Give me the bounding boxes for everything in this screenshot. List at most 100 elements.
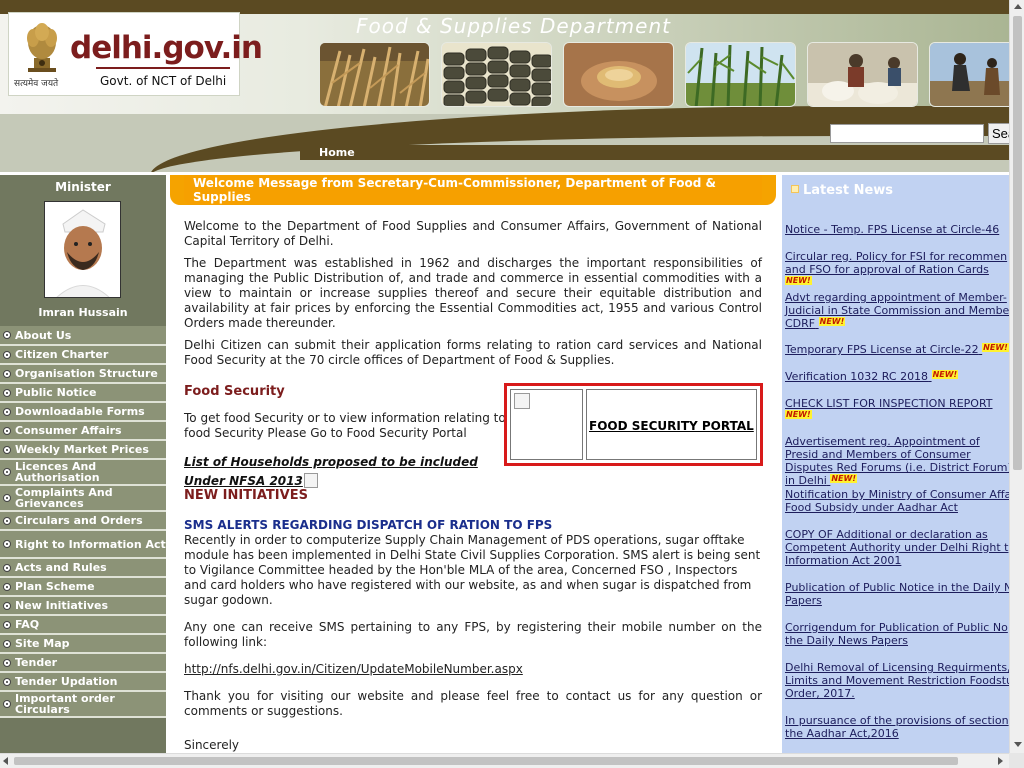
sidebar-item-label[interactable]: FAQ [15,619,39,630]
news-item[interactable]: Publication of Public Notice in the Dail… [785,581,1009,607]
news-item[interactable]: In pursuance of the provisions of sectio… [785,714,1009,740]
sidebar-item-label[interactable]: Complaints And Grievances [15,487,166,509]
news-item-text[interactable]: Corrigendum for Publication of Public No… [785,621,1008,647]
scrollbar-corner [1009,753,1024,768]
sidebar-item-label[interactable]: Tender [15,657,57,668]
circle-offices-paragraph: Delhi Citizen can submit their applicati… [184,338,762,367]
sidebar-item-faq[interactable]: FAQ [0,616,166,635]
sidebar-item-label[interactable]: Plan Scheme [15,581,95,592]
news-item[interactable]: Temporary FPS License at Circle-22 NEW! [785,343,1009,356]
news-item[interactable]: Notification by Ministry of Consumer Aff… [785,488,1009,514]
sidebar-item-tender[interactable]: Tender [0,654,166,673]
nav-home-link[interactable]: Home [319,146,355,159]
sidebar-item-label[interactable]: Public Notice [15,387,96,398]
news-item[interactable]: Advertisement reg. Appointment of Presid… [785,435,1009,487]
search-button[interactable]: Search [988,123,1009,144]
horizontal-scroll-thumb[interactable] [14,757,958,765]
scroll-left-arrow-icon[interactable] [3,757,8,765]
new-initiatives-heading: NEW INITIATIVES [184,488,308,503]
nav-bullet-icon [3,369,11,378]
sign-off: Sincerely [184,738,240,752]
news-item[interactable]: Corrigendum for Publication of Public No… [785,621,1009,647]
nav-bullet-icon [3,388,11,397]
sidebar-item-right-to-information-act[interactable]: Right to Information Act [0,531,166,559]
news-bullet-icon [791,185,799,193]
latest-news-title: Latest News [803,183,894,198]
news-item-text[interactable]: CHECK LIST FOR INSPECTION REPORT [785,397,993,410]
sidebar-item-label[interactable]: Circulars and Orders [15,515,143,526]
news-item-text[interactable]: Notification by Ministry of Consumer Aff… [785,488,1009,514]
sidebar-item-public-notice[interactable]: Public Notice [0,384,166,403]
news-item[interactable]: Notice - Temp. FPS License at Circle-46 [785,223,1009,236]
news-item[interactable]: Verification 1032 RC 2018 NEW! [785,370,1009,383]
sidebar-item-acts-and-rules[interactable]: Acts and Rules [0,559,166,578]
sidebar-item-organisation-structure[interactable]: Organisation Structure [0,365,166,384]
nav-bullet-icon [3,516,11,525]
news-item-text[interactable]: Delhi Removal of Licensing Requirments, … [785,661,1009,700]
sidebar-item-label[interactable]: New Initiatives [15,600,108,611]
news-item[interactable]: Delhi Removal of Licensing Requirments, … [785,661,1009,700]
sidebar-item-label[interactable]: Consumer Affairs [15,425,122,436]
sidebar-item-downloadable-forms[interactable]: Downloadable Forms [0,403,166,422]
sidebar-item-label[interactable]: Organisation Structure [15,368,158,379]
nav-bullet-icon [3,468,11,476]
sidebar-item-new-initiatives[interactable]: New Initiatives [0,597,166,616]
horizontal-scrollbar[interactable] [0,753,1009,768]
intro-paragraph: Welcome to the Department of Food Suppli… [184,219,762,248]
portal-image[interactable] [510,389,583,460]
sidebar-item-licences-and-authorisation[interactable]: Licences And Authorisation [0,460,166,486]
scroll-up-arrow-icon[interactable] [1014,4,1022,9]
sidebar-item-label[interactable]: Downloadable Forms [15,406,145,417]
sms-registration-paragraph: Any one can receive SMS pertaining to an… [184,620,762,649]
news-item[interactable]: COPY OF Additional or declaration as Com… [785,528,1009,567]
news-item[interactable]: Advt regarding appointment of Member-Jud… [785,291,1009,330]
sidebar-item-label[interactable]: Acts and Rules [15,562,107,573]
sidebar-item-label[interactable]: About Us [15,330,71,341]
sidebar-item-label[interactable]: Licences And Authorisation [15,461,166,483]
sidebar-item-about-us[interactable]: About Us [0,326,166,346]
sidebar-item-circulars-and-orders[interactable]: Circulars and Orders [0,512,166,531]
food-security-portal-link[interactable]: FOOD SECURITY PORTAL [589,419,754,433]
search-input[interactable] [830,124,984,143]
news-item-text[interactable]: Circular reg. Policy for FSI for recomme… [785,250,1007,276]
sidebar-item-important-order-circulars[interactable]: Important order Circulars [0,692,166,718]
sidebar-item-complaints-and-grievances[interactable]: Complaints And Grievances [0,486,166,512]
scroll-down-arrow-icon[interactable] [1014,742,1022,747]
sidebar-item-consumer-affairs[interactable]: Consumer Affairs [0,422,166,441]
news-item-text[interactable]: Notice - Temp. FPS License at Circle-46 [785,223,999,236]
site-name[interactable]: delhi.gov.in [70,30,263,66]
sidebar-item-label[interactable]: Citizen Charter [15,349,108,360]
nav-bullet-icon [3,563,11,572]
news-item-text[interactable]: Publication of Public Notice in the Dail… [785,581,1009,607]
vertical-scrollbar[interactable] [1009,0,1024,753]
update-mobile-number-link[interactable]: http://nfs.delhi.gov.in/Citizen/UpdateMo… [184,662,523,676]
sidebar-item-label[interactable]: Tender Updation [15,676,117,687]
nfsa-households-link[interactable]: List of Households proposed to be includ… [184,453,484,491]
nav-bullet-icon [3,677,11,686]
sidebar-item-weekly-market-prices[interactable]: Weekly Market Prices [0,441,166,460]
sidebar-item-tender-updation[interactable]: Tender Updation [0,673,166,692]
vertical-scroll-thumb[interactable] [1013,16,1022,470]
news-item-text[interactable]: In pursuance of the provisions of sectio… [785,714,1009,740]
nfsa-households-link-text[interactable]: List of Households proposed to be includ… [184,455,478,488]
news-item-text[interactable]: COPY OF Additional or declaration as Com… [785,528,1008,567]
sidebar-item-plan-scheme[interactable]: Plan Scheme [0,578,166,597]
department-history-paragraph: The Department was established in 1962 a… [184,256,762,330]
news-item-text[interactable]: Advertisement reg. Appointment of Presid… [785,435,1009,487]
news-item[interactable]: CHECK LIST FOR INSPECTION REPORT NEW! [785,397,1009,423]
news-item[interactable]: Circular reg. Policy for FSI for recomme… [785,250,1009,289]
new-badge: NEW! [818,317,846,326]
latest-news-heading: Latest News [791,183,893,198]
sidebar-item-label[interactable]: Important order Circulars [15,693,166,715]
sidebar-item-label[interactable]: Weekly Market Prices [15,444,149,455]
news-item-text[interactable]: Temporary FPS License at Circle-22 [785,343,979,356]
new-badge: NEW! [785,276,812,285]
sidebar-item-site-map[interactable]: Site Map [0,635,166,654]
sidebar-item-citizen-charter[interactable]: Citizen Charter [0,346,166,365]
sidebar-item-label[interactable]: Site Map [15,638,69,649]
welcome-title: Welcome Message from Secretary-Cum-Commi… [193,176,717,204]
news-item-text[interactable]: Verification 1032 RC 2018 [785,370,928,383]
scroll-right-arrow-icon[interactable] [998,757,1003,765]
sidebar-item-label[interactable]: Right to Information Act [15,539,166,550]
nav-bullet-icon [3,700,11,708]
